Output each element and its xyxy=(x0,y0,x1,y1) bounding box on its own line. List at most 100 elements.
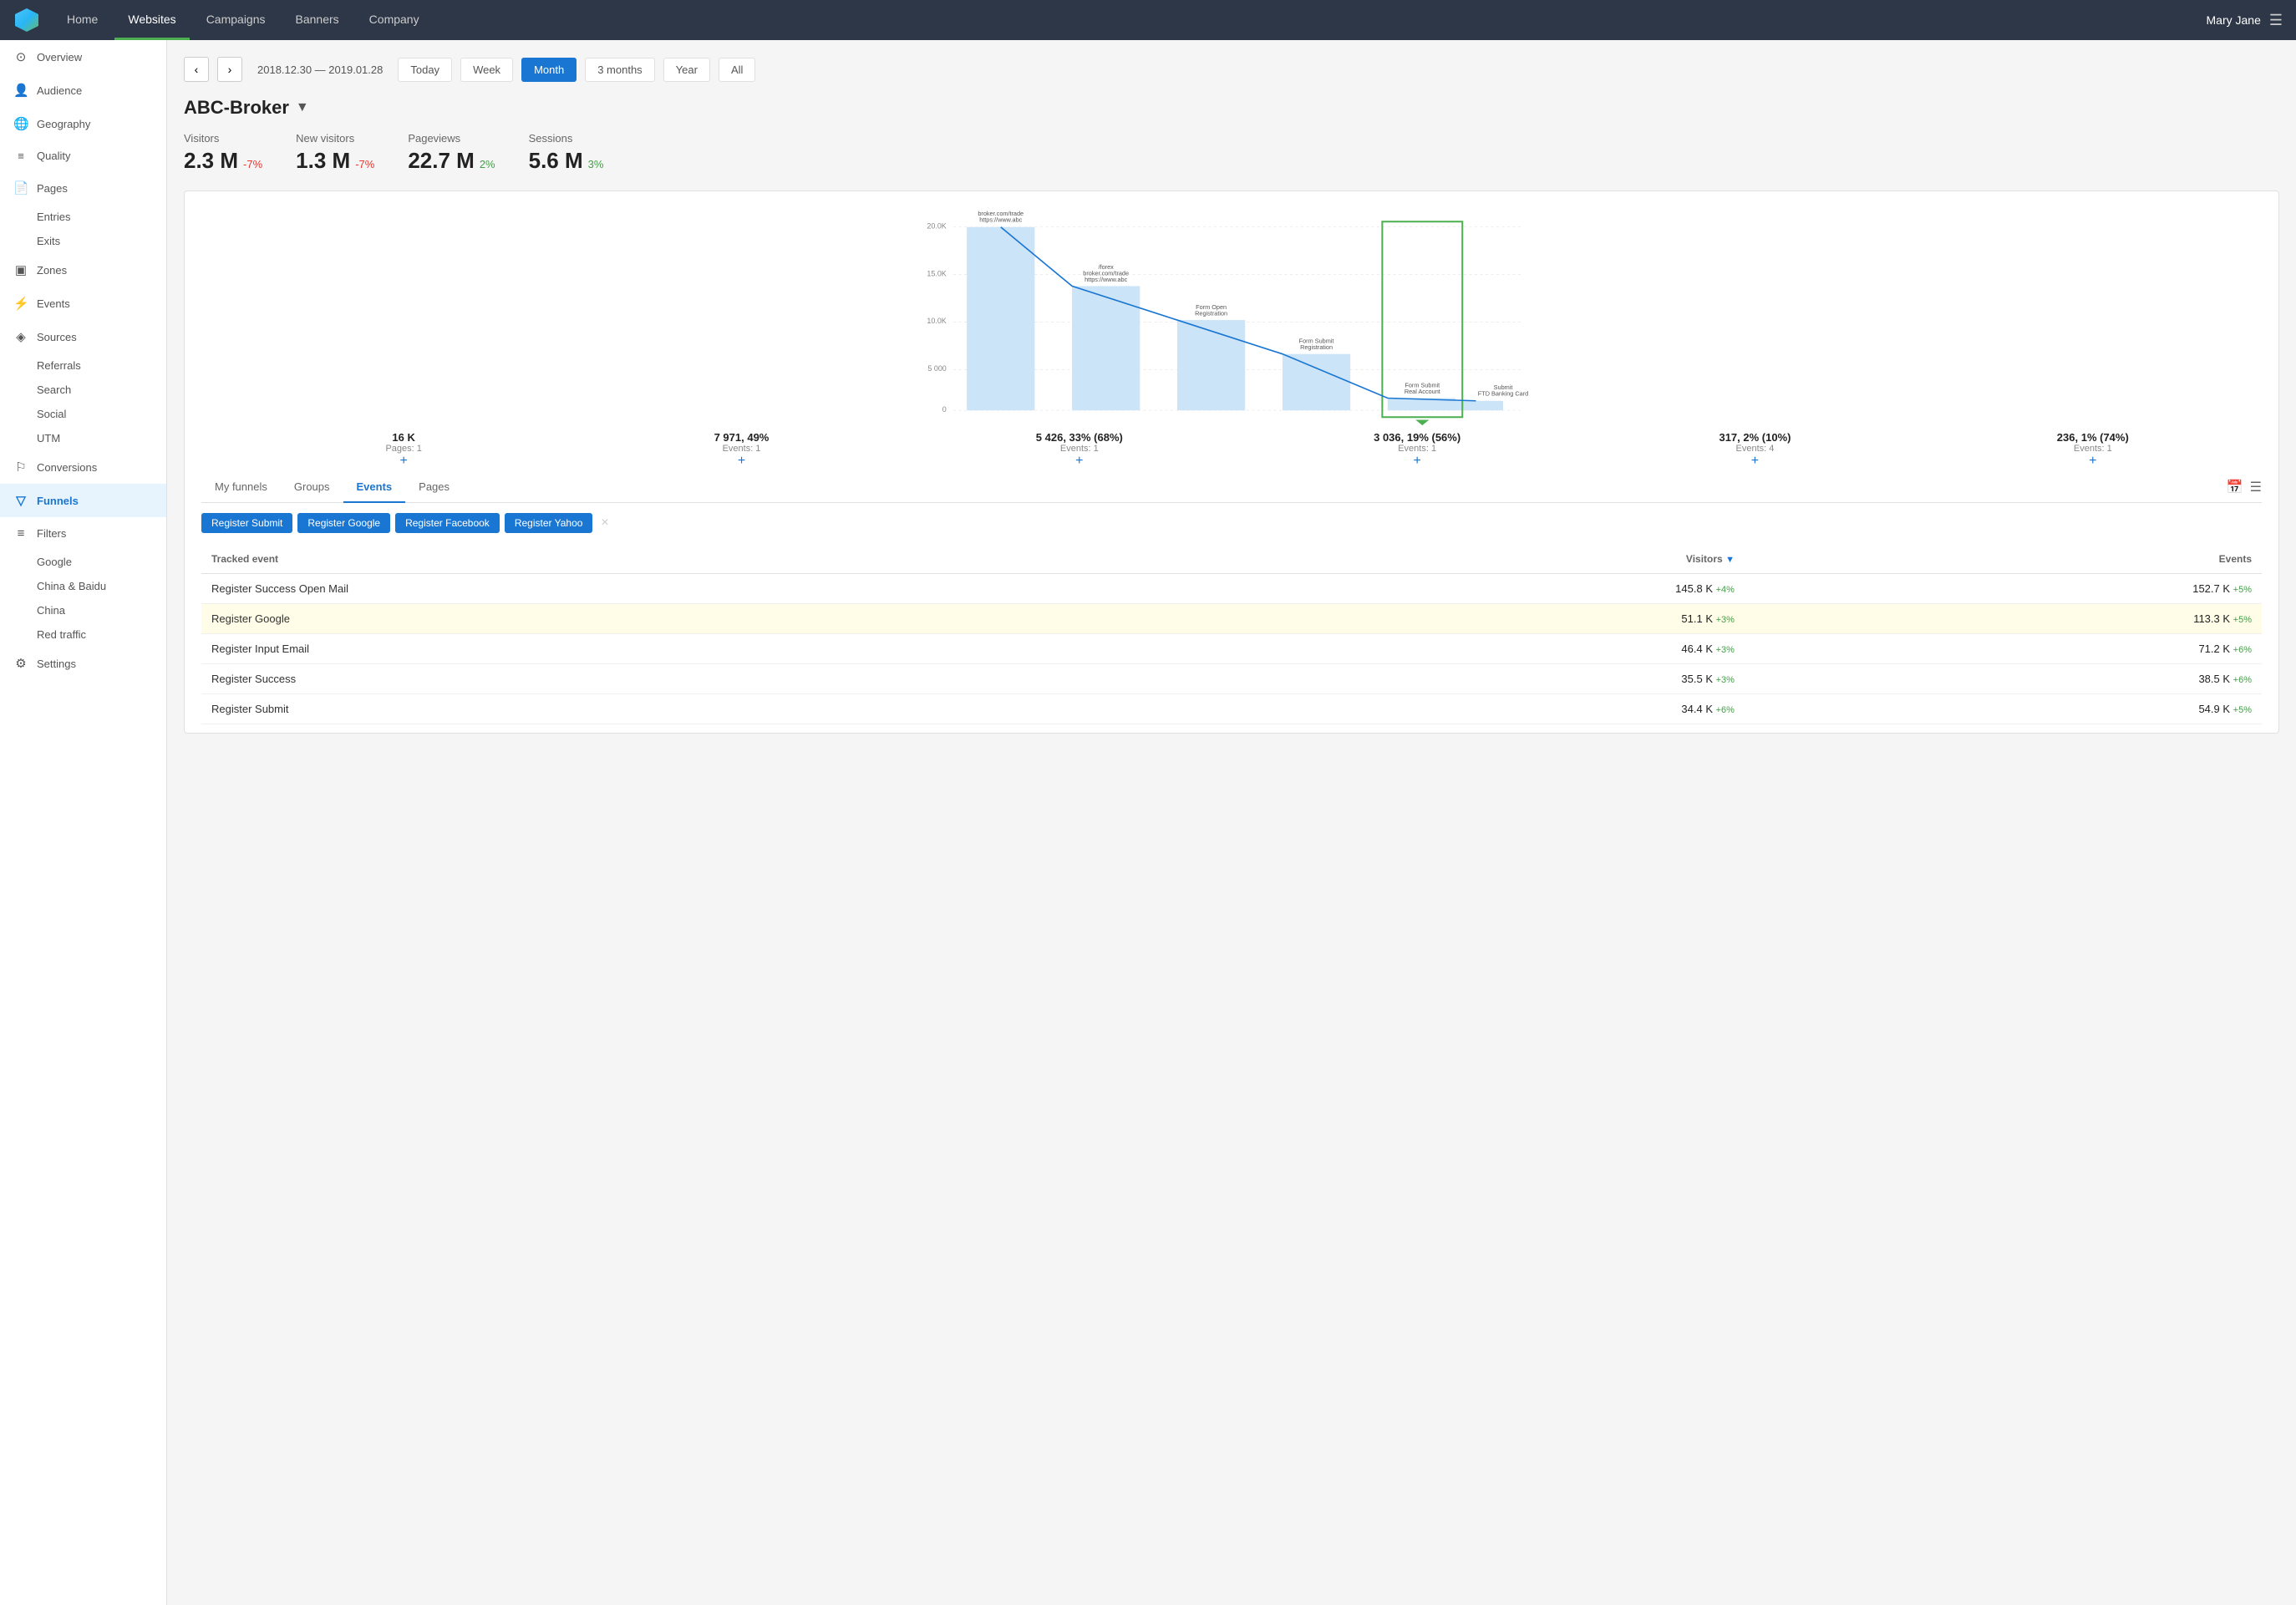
period-month-button[interactable]: Month xyxy=(521,58,577,82)
sidebar-subitem-search[interactable]: Search xyxy=(37,378,166,402)
cell-events: 113.3 K +5% xyxy=(1745,604,2262,634)
funnel-chart-container: 20.0K 15.0K 10.0K 5 000 0 xyxy=(184,190,2279,734)
stat-pageviews-change: 2% xyxy=(480,158,495,170)
main-content: ‹ › 2018.12.30 — 2019.01.28 Today Week M… xyxy=(167,40,2296,1605)
y-label-20k: 20.0K xyxy=(927,221,946,230)
tab-events[interactable]: Events xyxy=(343,472,406,503)
company-dropdown-icon[interactable]: ▼ xyxy=(296,100,309,115)
sidebar-subitem-china[interactable]: China xyxy=(37,598,166,622)
sidebar-item-quality[interactable]: ≡ Quality xyxy=(0,140,166,171)
period-year-button[interactable]: Year xyxy=(663,58,710,82)
overview-icon: ⊙ xyxy=(13,49,28,64)
filter-tags: Register Submit Register Google Register… xyxy=(201,513,2262,533)
zones-icon: ▣ xyxy=(13,262,28,277)
stat-sessions-value: 5.6 M 3% xyxy=(529,148,604,174)
sidebar-item-zones[interactable]: ▣ Zones xyxy=(0,253,166,287)
stat-visitors-value: 2.3 M -7% xyxy=(184,148,262,174)
cell-events: 71.2 K +6% xyxy=(1745,634,2262,664)
filter-tag-register-facebook[interactable]: Register Facebook xyxy=(395,513,500,533)
funnel-bar-3 xyxy=(1283,354,1350,410)
table-row: Register Success Open Mail 145.8 K +4% 1… xyxy=(201,574,2262,604)
nav-banners[interactable]: Banners xyxy=(282,0,353,40)
sidebar: ⊙ Overview 👤 Audience 🌐 Geography ≡ Qual… xyxy=(0,40,167,1605)
stat-pageviews: Pageviews 22.7 M 2% xyxy=(408,132,495,174)
prev-period-button[interactable]: ‹ xyxy=(184,57,209,82)
menu-icon[interactable]: ☰ xyxy=(2269,12,2283,29)
sidebar-item-overview[interactable]: ⊙ Overview xyxy=(0,40,166,74)
filter-tags-close-button[interactable]: × xyxy=(601,516,608,531)
funnel-step-2: 5 426, 33% (68%) Events: 1 + xyxy=(911,428,1248,472)
funnel-bar-2 xyxy=(1177,320,1245,410)
cell-event-name: Register Google xyxy=(201,604,1227,634)
funnel-step-5: 236, 1% (74%) Events: 1 + xyxy=(1924,428,2262,472)
sidebar-item-pages[interactable]: 📄 Pages xyxy=(0,171,166,205)
sidebar-subitem-google[interactable]: Google xyxy=(37,550,166,574)
app-logo xyxy=(13,7,40,33)
svg-text:Form Open: Form Open xyxy=(1196,303,1227,311)
funnel-step-1: 7 971, 49% Events: 1 + xyxy=(572,428,910,472)
table-row: Register Google 51.1 K +3% 113.3 K +5% xyxy=(201,604,2262,634)
col-events: Events xyxy=(1745,545,2262,574)
col-visitors[interactable]: Visitors ▼ xyxy=(1227,545,1745,574)
stat-visitors: Visitors 2.3 M -7% xyxy=(184,132,262,174)
period-all-button[interactable]: All xyxy=(719,58,755,82)
cell-event-name: Register Input Email xyxy=(201,634,1227,664)
sidebar-subitem-social[interactable]: Social xyxy=(37,402,166,426)
period-3months-button[interactable]: 3 months xyxy=(585,58,654,82)
nav-home[interactable]: Home xyxy=(53,0,111,40)
stat-visitors-label: Visitors xyxy=(184,132,262,145)
sidebar-item-sources[interactable]: ◈ Sources xyxy=(0,320,166,353)
cell-event-name: Register Submit xyxy=(201,694,1227,724)
sidebar-subitem-utm[interactable]: UTM xyxy=(37,426,166,450)
y-label-0: 0 xyxy=(942,405,947,414)
calendar-view-button[interactable]: 📅 xyxy=(2227,479,2243,495)
funnel-tabs-bar: My funnels Groups Events Pages 📅 ☰ xyxy=(201,472,2262,503)
date-range-label: 2018.12.30 — 2019.01.28 xyxy=(251,63,389,76)
sidebar-item-events[interactable]: ⚡ Events xyxy=(0,287,166,320)
nav-company[interactable]: Company xyxy=(356,0,433,40)
sort-arrow: ▼ xyxy=(1725,555,1735,565)
filter-tag-register-submit[interactable]: Register Submit xyxy=(201,513,292,533)
cell-visitors: 35.5 K +3% xyxy=(1227,664,1745,694)
tab-my-funnels[interactable]: My funnels xyxy=(201,472,281,503)
svg-text:Submit: Submit xyxy=(1494,383,1513,391)
sidebar-subitem-entries[interactable]: Entries xyxy=(37,205,166,229)
funnel-bar-5 xyxy=(1449,401,1503,410)
company-selector: ABC-Broker ▼ xyxy=(184,97,2279,119)
tab-groups[interactable]: Groups xyxy=(281,472,343,503)
tab-pages[interactable]: Pages xyxy=(405,472,463,503)
stat-pageviews-value: 22.7 M 2% xyxy=(408,148,495,174)
sidebar-subitem-referrals[interactable]: Referrals xyxy=(37,353,166,378)
list-view-button[interactable]: ☰ xyxy=(2250,479,2262,495)
sidebar-item-geography[interactable]: 🌐 Geography xyxy=(0,107,166,140)
sidebar-item-filters[interactable]: ≡ Filters xyxy=(0,517,166,550)
period-today-button[interactable]: Today xyxy=(398,58,452,82)
sidebar-subitem-red-traffic[interactable]: Red traffic xyxy=(37,622,166,647)
funnel-bar-0 xyxy=(967,227,1034,410)
stat-sessions-label: Sessions xyxy=(529,132,604,145)
svg-text:/forex: /forex xyxy=(1099,263,1115,271)
company-name-label: ABC-Broker xyxy=(184,97,289,119)
cell-event-name: Register Success Open Mail xyxy=(201,574,1227,604)
table-row: Register Input Email 46.4 K +3% 71.2 K +… xyxy=(201,634,2262,664)
date-bar: ‹ › 2018.12.30 — 2019.01.28 Today Week M… xyxy=(184,57,2279,82)
sidebar-item-audience[interactable]: 👤 Audience xyxy=(0,74,166,107)
filter-tag-register-yahoo[interactable]: Register Yahoo xyxy=(505,513,593,533)
pages-subitems: Entries Exits xyxy=(0,205,166,253)
period-week-button[interactable]: Week xyxy=(460,58,513,82)
sidebar-item-conversions[interactable]: ⚐ Conversions xyxy=(0,450,166,484)
cell-events: 152.7 K +5% xyxy=(1745,574,2262,604)
filter-tag-register-google[interactable]: Register Google xyxy=(297,513,390,533)
cell-visitors: 145.8 K +4% xyxy=(1227,574,1745,604)
sidebar-subitem-exits[interactable]: Exits xyxy=(37,229,166,253)
sidebar-item-settings[interactable]: ⚙ Settings xyxy=(0,647,166,680)
events-icon: ⚡ xyxy=(13,296,28,311)
nav-campaigns[interactable]: Campaigns xyxy=(193,0,279,40)
next-period-button[interactable]: › xyxy=(217,57,242,82)
funnel-step-4: 317, 2% (10%) Events: 4 + xyxy=(1586,428,1923,472)
sidebar-subitem-china-baidu[interactable]: China & Baidu xyxy=(37,574,166,598)
nav-websites[interactable]: Websites xyxy=(114,0,189,40)
funnel-step-0: 16 K Pages: 1 + xyxy=(235,428,572,472)
sidebar-item-funnels[interactable]: ▽ Funnels xyxy=(0,484,166,517)
y-label-5k: 5 000 xyxy=(927,364,946,373)
